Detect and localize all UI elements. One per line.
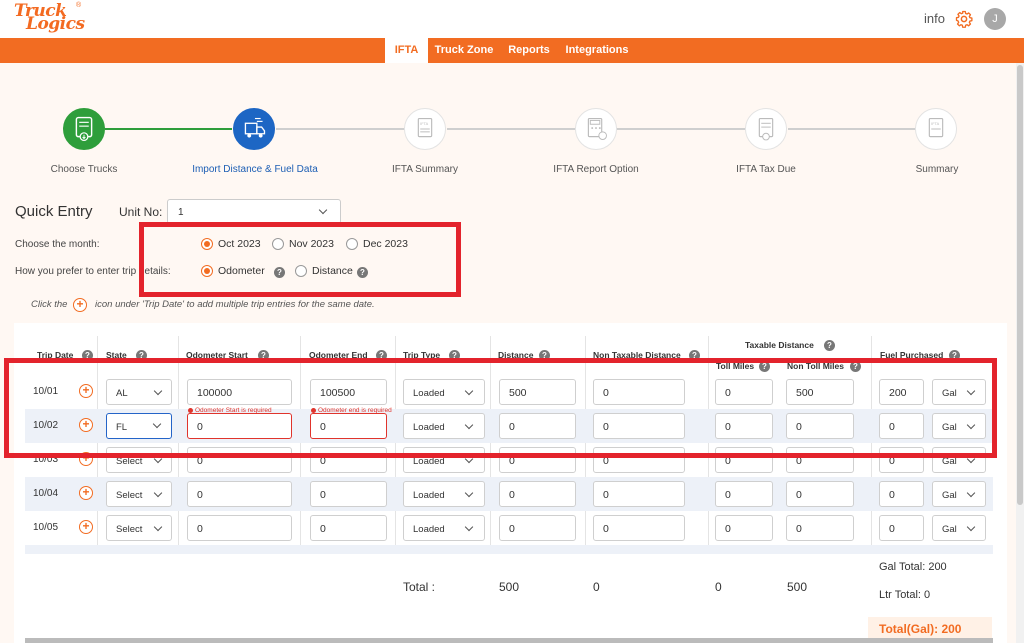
chevron-down-icon — [318, 205, 328, 215]
svg-text:IFTA: IFTA — [420, 122, 428, 126]
truck-icon — [244, 117, 266, 138]
toll-miles-input[interactable]: 0 — [715, 515, 773, 541]
state-value: Select — [116, 524, 143, 535]
calculator-icon — [587, 117, 607, 140]
distance-input[interactable]: 0 — [499, 481, 576, 507]
step-connector-4 — [617, 128, 745, 130]
toll-miles-input[interactable]: 0 — [715, 481, 773, 507]
document-download-icon — [75, 116, 93, 142]
fuel-unit-value: Gal — [942, 524, 957, 535]
non-taxable-input[interactable]: 0 — [593, 481, 685, 507]
table-row-partial — [25, 545, 993, 554]
non-toll-miles-input[interactable]: 0 — [786, 481, 854, 507]
taxable-help-icon[interactable]: ? — [824, 340, 835, 351]
hint-text-before: Click the — [31, 299, 68, 310]
chevron-down-icon — [153, 522, 163, 532]
nav-reports[interactable]: Reports — [504, 38, 554, 63]
state-select[interactable]: Select — [106, 515, 172, 541]
nav-ifta[interactable]: IFTA — [385, 38, 428, 63]
step-ifta-tax-due[interactable] — [745, 108, 787, 150]
top-bar: Truck Logics ® info J — [0, 0, 1024, 38]
unit-no-select[interactable]: 1 — [167, 199, 341, 224]
add-circle-icon: + — [73, 298, 87, 312]
trip-type-select[interactable]: Loaded — [403, 481, 485, 507]
nav-integrations[interactable]: Integrations — [563, 38, 631, 63]
info-link[interactable]: info — [924, 11, 945, 26]
user-avatar[interactable]: J — [984, 8, 1006, 30]
highlight-box-rows — [4, 358, 997, 458]
chevron-down-icon — [153, 488, 163, 498]
header-taxable-distance: Taxable Distance — [745, 340, 814, 350]
step-label-ifta-summary: IFTA Summary — [392, 164, 458, 175]
vertical-scrollbar-thumb[interactable] — [1017, 65, 1023, 505]
summary-document-icon: IFTA — [928, 117, 944, 138]
trip-type-select[interactable]: Loaded — [403, 515, 485, 541]
unit-no-value: 1 — [178, 207, 184, 218]
total-toll-miles: 0 — [715, 580, 722, 594]
ifta-document-icon: IFTA — [417, 117, 433, 138]
step-label-report-option: IFTA Report Option — [553, 164, 639, 175]
logo-line-2: Logics — [26, 14, 85, 34]
total-gal: Total(Gal): 200 — [879, 622, 962, 636]
odometer-start-input[interactable]: 0 — [187, 481, 292, 507]
state-value: Select — [116, 490, 143, 501]
chevron-down-icon — [464, 522, 474, 532]
ltr-total: Ltr Total: 0 — [879, 589, 931, 601]
trip-type-value: Loaded — [413, 490, 445, 501]
total-label: Total : — [403, 580, 436, 594]
truck-logics-logo[interactable]: Truck Logics ® — [14, 2, 85, 35]
non-taxable-input[interactable]: 0 — [593, 515, 685, 541]
fuel-unit-value: Gal — [942, 490, 957, 501]
fuel-input[interactable]: 0 — [879, 515, 924, 541]
gear-icon[interactable] — [955, 10, 973, 28]
logo-registered-mark: ® — [76, 2, 82, 9]
add-trip-icon[interactable]: + — [79, 520, 93, 534]
fuel-input[interactable]: 0 — [879, 481, 924, 507]
odometer-end-input[interactable]: 0 — [310, 515, 387, 541]
step-choose-trucks[interactable] — [63, 108, 105, 150]
horizontal-scrollbar[interactable] — [25, 638, 993, 643]
step-connector-2 — [276, 128, 405, 130]
step-label-choose-trucks: Choose Trucks — [50, 164, 118, 175]
step-ifta-summary[interactable]: IFTA — [404, 108, 446, 150]
nav-truck-zone[interactable]: Truck Zone — [432, 38, 496, 63]
step-summary[interactable]: IFTA — [915, 108, 957, 150]
total-non-toll-miles: 500 — [787, 580, 808, 594]
chevron-down-icon — [966, 488, 976, 498]
tax-document-icon — [758, 117, 774, 141]
step-connector-1 — [105, 128, 232, 130]
total-distance: 500 — [499, 580, 520, 594]
quick-entry-title: Quick Entry — [15, 203, 93, 220]
step-ifta-report-option[interactable] — [575, 108, 617, 150]
state-select[interactable]: Select — [106, 481, 172, 507]
trip-type-value: Loaded — [413, 524, 445, 535]
fuel-unit-select[interactable]: Gal — [932, 481, 986, 507]
month-label: Choose the month: — [15, 239, 100, 250]
chevron-down-icon — [464, 488, 474, 498]
svg-text:IFTA: IFTA — [931, 122, 939, 126]
step-connector-5 — [788, 128, 916, 130]
step-connector-3 — [447, 128, 575, 130]
step-label-tax-due: IFTA Tax Due — [736, 164, 796, 175]
non-toll-miles-input[interactable]: 0 — [786, 515, 854, 541]
trip-date: 10/04 — [33, 488, 59, 499]
odometer-start-input[interactable]: 0 — [187, 515, 292, 541]
chevron-down-icon — [966, 522, 976, 532]
hint-text-after: icon under 'Trip Date' to add multiple t… — [95, 299, 375, 310]
trip-date: 10/05 — [33, 522, 59, 533]
unit-no-label: Unit No: — [119, 205, 163, 219]
fuel-unit-select[interactable]: Gal — [932, 515, 986, 541]
distance-input[interactable]: 0 — [499, 515, 576, 541]
gal-total: Gal Total: 200 — [879, 561, 947, 573]
total-non-taxable: 0 — [593, 580, 600, 594]
main-nav: IFTA Truck Zone Reports Integrations — [0, 38, 1024, 63]
add-trip-icon[interactable]: + — [79, 486, 93, 500]
highlight-box-options — [139, 222, 461, 297]
step-label-summary: Summary — [915, 164, 959, 175]
odometer-end-input[interactable]: 0 — [310, 481, 387, 507]
step-label-import-distance: Import Distance & Fuel Data — [192, 164, 318, 175]
step-import-distance[interactable] — [233, 108, 275, 150]
